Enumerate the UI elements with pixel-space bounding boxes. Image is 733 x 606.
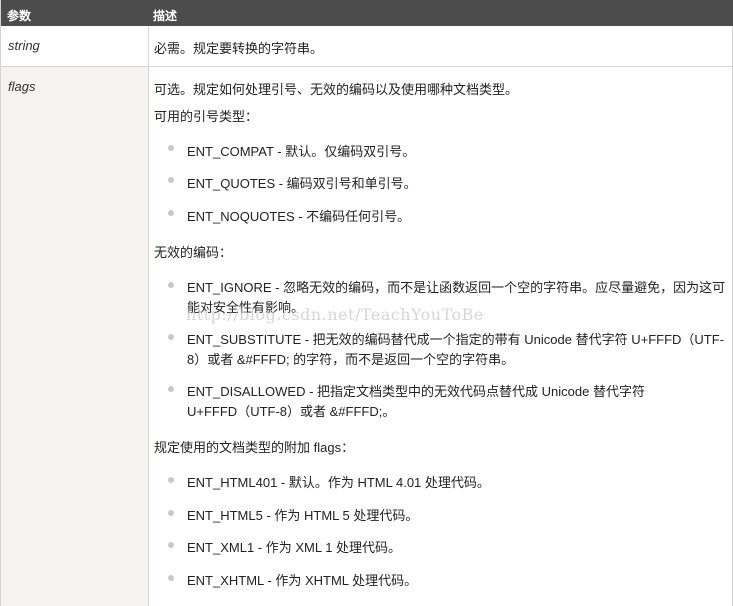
bullet-icon xyxy=(168,542,174,548)
table-row xyxy=(1,26,733,67)
table-header: 参数 描述 xyxy=(1,0,733,26)
list-item: ENT_IGNORE - 忽略无效的编码，而不是让函数返回一个空的字符串。应尽量… xyxy=(187,280,726,295)
bullet-icon xyxy=(168,386,174,392)
bullet-icon xyxy=(168,145,174,151)
column-divider xyxy=(148,26,149,606)
list-item: ENT_HTML401 - 默认。作为 HTML 4.01 处理代码。 xyxy=(187,475,490,490)
list-item-continuation: 8）或者 &#FFFD; 的字符，而不是返回一个空的字符串。 xyxy=(187,352,515,367)
quote-types-heading: 可用的引号类型： xyxy=(154,109,259,124)
bullet-icon xyxy=(168,334,174,340)
watermark: http://blog.csdn.net/TeachYouToBe xyxy=(186,305,484,324)
doctype-heading: 规定使用的文档类型的附加 flags： xyxy=(154,440,355,455)
list-item: ENT_XML1 - 作为 XML 1 处理代码。 xyxy=(187,540,402,555)
list-item-continuation: U+FFFD（UTF-8）或者 &#FFFD;。 xyxy=(187,404,396,419)
list-item: ENT_XHTML - 作为 XHTML 处理代码。 xyxy=(187,573,418,588)
list-item: ENT_HTML5 - 作为 HTML 5 处理代码。 xyxy=(187,508,419,523)
bullet-icon xyxy=(168,282,174,288)
invalid-encoding-heading: 无效的编码： xyxy=(154,245,233,260)
list-item: ENT_SUBSTITUTE - 把无效的编码替代成一个指定的带有 Unicod… xyxy=(187,332,724,347)
list-item: ENT_DISALLOWED - 把指定文档类型中的无效代码点替代成 Unico… xyxy=(187,384,645,399)
param-description: 必需。规定要转换的字符串。 xyxy=(154,41,324,56)
param-cell-flags xyxy=(1,67,148,606)
bullet-icon xyxy=(168,477,174,483)
header-param: 参数 xyxy=(7,9,32,23)
parameter-table: 参数 描述 string 必需。规定要转换的字符串。 flags 可选。规定如何… xyxy=(0,0,733,606)
list-item: ENT_NOQUOTES - 不编码任何引号。 xyxy=(187,209,411,224)
header-desc: 描述 xyxy=(153,9,178,23)
param-description: 可选。规定如何处理引号、无效的编码以及使用哪种文档类型。 xyxy=(154,82,519,97)
bullet-icon xyxy=(168,575,174,581)
list-item: ENT_QUOTES - 编码双引号和单引号。 xyxy=(187,176,417,191)
bullet-icon xyxy=(168,210,174,216)
list-item: ENT_COMPAT - 默认。仅编码双引号。 xyxy=(187,144,416,159)
bullet-icon xyxy=(168,177,174,183)
param-name: string xyxy=(8,38,40,53)
param-name: flags xyxy=(8,79,36,94)
bullet-icon xyxy=(168,510,174,516)
